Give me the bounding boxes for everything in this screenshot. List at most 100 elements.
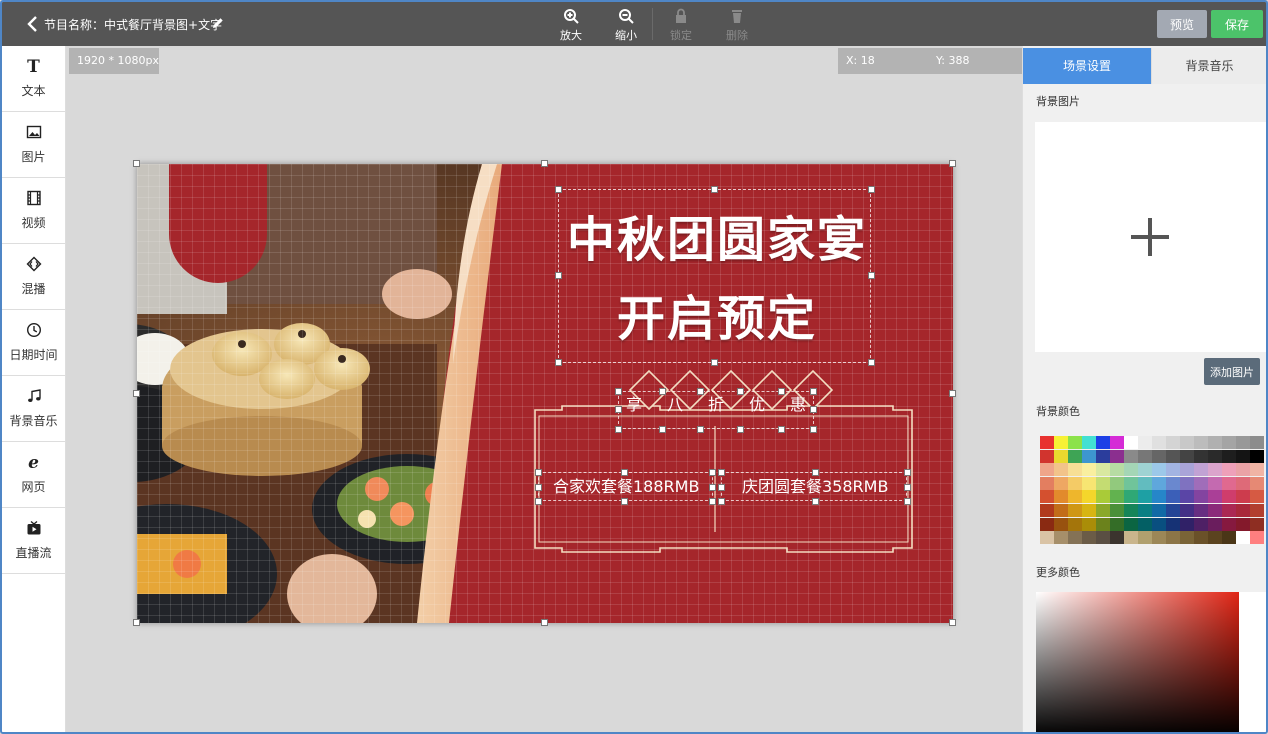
- color-swatch[interactable]: [1207, 531, 1222, 545]
- sidebar-item-mix[interactable]: 混播: [2, 244, 65, 310]
- package1-selection-box[interactable]: [538, 472, 713, 501]
- zoom-out-button[interactable]: 缩小: [608, 8, 644, 44]
- resize-handle[interactable]: [555, 186, 562, 193]
- color-swatch[interactable]: [1193, 476, 1208, 490]
- sidebar-item-webpage[interactable]: e 网页: [2, 442, 65, 508]
- resize-handle[interactable]: [904, 498, 911, 505]
- color-swatch[interactable]: [1235, 490, 1250, 504]
- resize-handle[interactable]: [718, 469, 725, 476]
- color-swatch[interactable]: [1221, 463, 1236, 477]
- resize-handle[interactable]: [697, 426, 704, 433]
- resize-handle[interactable]: [904, 469, 911, 476]
- color-swatch[interactable]: [1151, 449, 1166, 463]
- color-swatch[interactable]: [1137, 463, 1152, 477]
- color-swatch[interactable]: [1235, 503, 1250, 517]
- color-swatch[interactable]: [1040, 436, 1054, 449]
- resize-handle[interactable]: [810, 406, 817, 413]
- color-swatch[interactable]: [1165, 517, 1180, 531]
- color-swatch[interactable]: [1207, 503, 1222, 517]
- color-swatch[interactable]: [1123, 476, 1138, 490]
- resize-handle[interactable]: [718, 484, 725, 491]
- color-swatch[interactable]: [1193, 503, 1208, 517]
- color-swatch[interactable]: [1109, 449, 1124, 463]
- canvas-resize-handle[interactable]: [133, 160, 140, 167]
- sidebar-item-image[interactable]: 图片: [2, 112, 65, 178]
- color-swatch[interactable]: [1165, 476, 1180, 490]
- resize-handle[interactable]: [778, 388, 785, 395]
- color-swatch[interactable]: [1095, 463, 1110, 477]
- resize-handle[interactable]: [904, 484, 911, 491]
- color-swatch[interactable]: [1040, 463, 1054, 477]
- color-swatch[interactable]: [1109, 463, 1124, 477]
- save-button[interactable]: 保存: [1211, 10, 1263, 38]
- color-swatch[interactable]: [1249, 436, 1264, 449]
- tab-background-music[interactable]: 背景音乐: [1151, 48, 1266, 84]
- color-swatch[interactable]: [1235, 476, 1250, 490]
- resize-handle[interactable]: [812, 469, 819, 476]
- color-swatch[interactable]: [1095, 449, 1110, 463]
- color-swatch[interactable]: [1221, 531, 1236, 545]
- color-swatch[interactable]: [1193, 531, 1208, 545]
- resize-handle[interactable]: [812, 498, 819, 505]
- color-swatch[interactable]: [1221, 449, 1236, 463]
- color-swatch[interactable]: [1109, 517, 1124, 531]
- canvas-resize-handle[interactable]: [949, 160, 956, 167]
- color-swatch[interactable]: [1165, 463, 1180, 477]
- back-chevron-icon[interactable]: [26, 15, 40, 33]
- sidebar-item-datetime[interactable]: 日期时间: [2, 310, 65, 376]
- color-swatch[interactable]: [1165, 436, 1180, 449]
- color-swatch[interactable]: [1179, 503, 1194, 517]
- resize-handle[interactable]: [868, 186, 875, 193]
- resize-handle[interactable]: [810, 426, 817, 433]
- color-swatch[interactable]: [1067, 531, 1082, 545]
- sidebar-item-text[interactable]: T 文本: [2, 46, 65, 112]
- resize-handle[interactable]: [535, 484, 542, 491]
- color-swatch[interactable]: [1179, 449, 1194, 463]
- color-swatch[interactable]: [1207, 463, 1222, 477]
- color-swatch[interactable]: [1179, 463, 1194, 477]
- color-swatch[interactable]: [1207, 436, 1222, 449]
- resize-handle[interactable]: [615, 426, 622, 433]
- color-swatch[interactable]: [1081, 449, 1096, 463]
- color-swatch[interactable]: [1123, 463, 1138, 477]
- color-swatch[interactable]: [1040, 531, 1054, 545]
- color-swatch[interactable]: [1221, 476, 1236, 490]
- color-swatch[interactable]: [1095, 517, 1110, 531]
- color-swatch[interactable]: [1053, 463, 1068, 477]
- add-image-button[interactable]: 添加图片: [1204, 358, 1260, 385]
- color-swatch[interactable]: [1095, 490, 1110, 504]
- resize-handle[interactable]: [737, 388, 744, 395]
- color-swatch[interactable]: [1151, 463, 1166, 477]
- resize-handle[interactable]: [659, 388, 666, 395]
- resize-handle[interactable]: [711, 186, 718, 193]
- color-swatch[interactable]: [1095, 436, 1110, 449]
- color-swatch[interactable]: [1109, 503, 1124, 517]
- color-swatch[interactable]: [1053, 517, 1068, 531]
- color-swatch[interactable]: [1067, 463, 1082, 477]
- color-swatch[interactable]: [1081, 517, 1096, 531]
- resize-handle[interactable]: [535, 469, 542, 476]
- canvas-resize-handle[interactable]: [133, 619, 140, 626]
- color-swatch[interactable]: [1235, 436, 1250, 449]
- color-swatch[interactable]: [1109, 436, 1124, 449]
- resize-handle[interactable]: [868, 272, 875, 279]
- color-swatch[interactable]: [1137, 436, 1152, 449]
- color-swatch[interactable]: [1081, 476, 1096, 490]
- color-swatch[interactable]: [1067, 449, 1082, 463]
- color-swatch[interactable]: [1053, 490, 1068, 504]
- color-swatch[interactable]: [1193, 449, 1208, 463]
- color-swatch[interactable]: [1040, 476, 1054, 490]
- lock-button[interactable]: 锁定: [663, 8, 699, 44]
- color-swatch[interactable]: [1207, 517, 1222, 531]
- color-swatch[interactable]: [1123, 436, 1138, 449]
- zoom-in-button[interactable]: 放大: [553, 8, 589, 44]
- color-swatch[interactable]: [1249, 463, 1264, 477]
- sidebar-item-livestream[interactable]: 直播流: [2, 508, 65, 574]
- color-swatch[interactable]: [1249, 449, 1264, 463]
- resize-handle[interactable]: [659, 426, 666, 433]
- color-swatch[interactable]: [1053, 436, 1068, 449]
- color-swatch[interactable]: [1123, 449, 1138, 463]
- color-swatch[interactable]: [1040, 449, 1054, 463]
- resize-handle[interactable]: [868, 359, 875, 366]
- canvas-resize-handle[interactable]: [541, 160, 548, 167]
